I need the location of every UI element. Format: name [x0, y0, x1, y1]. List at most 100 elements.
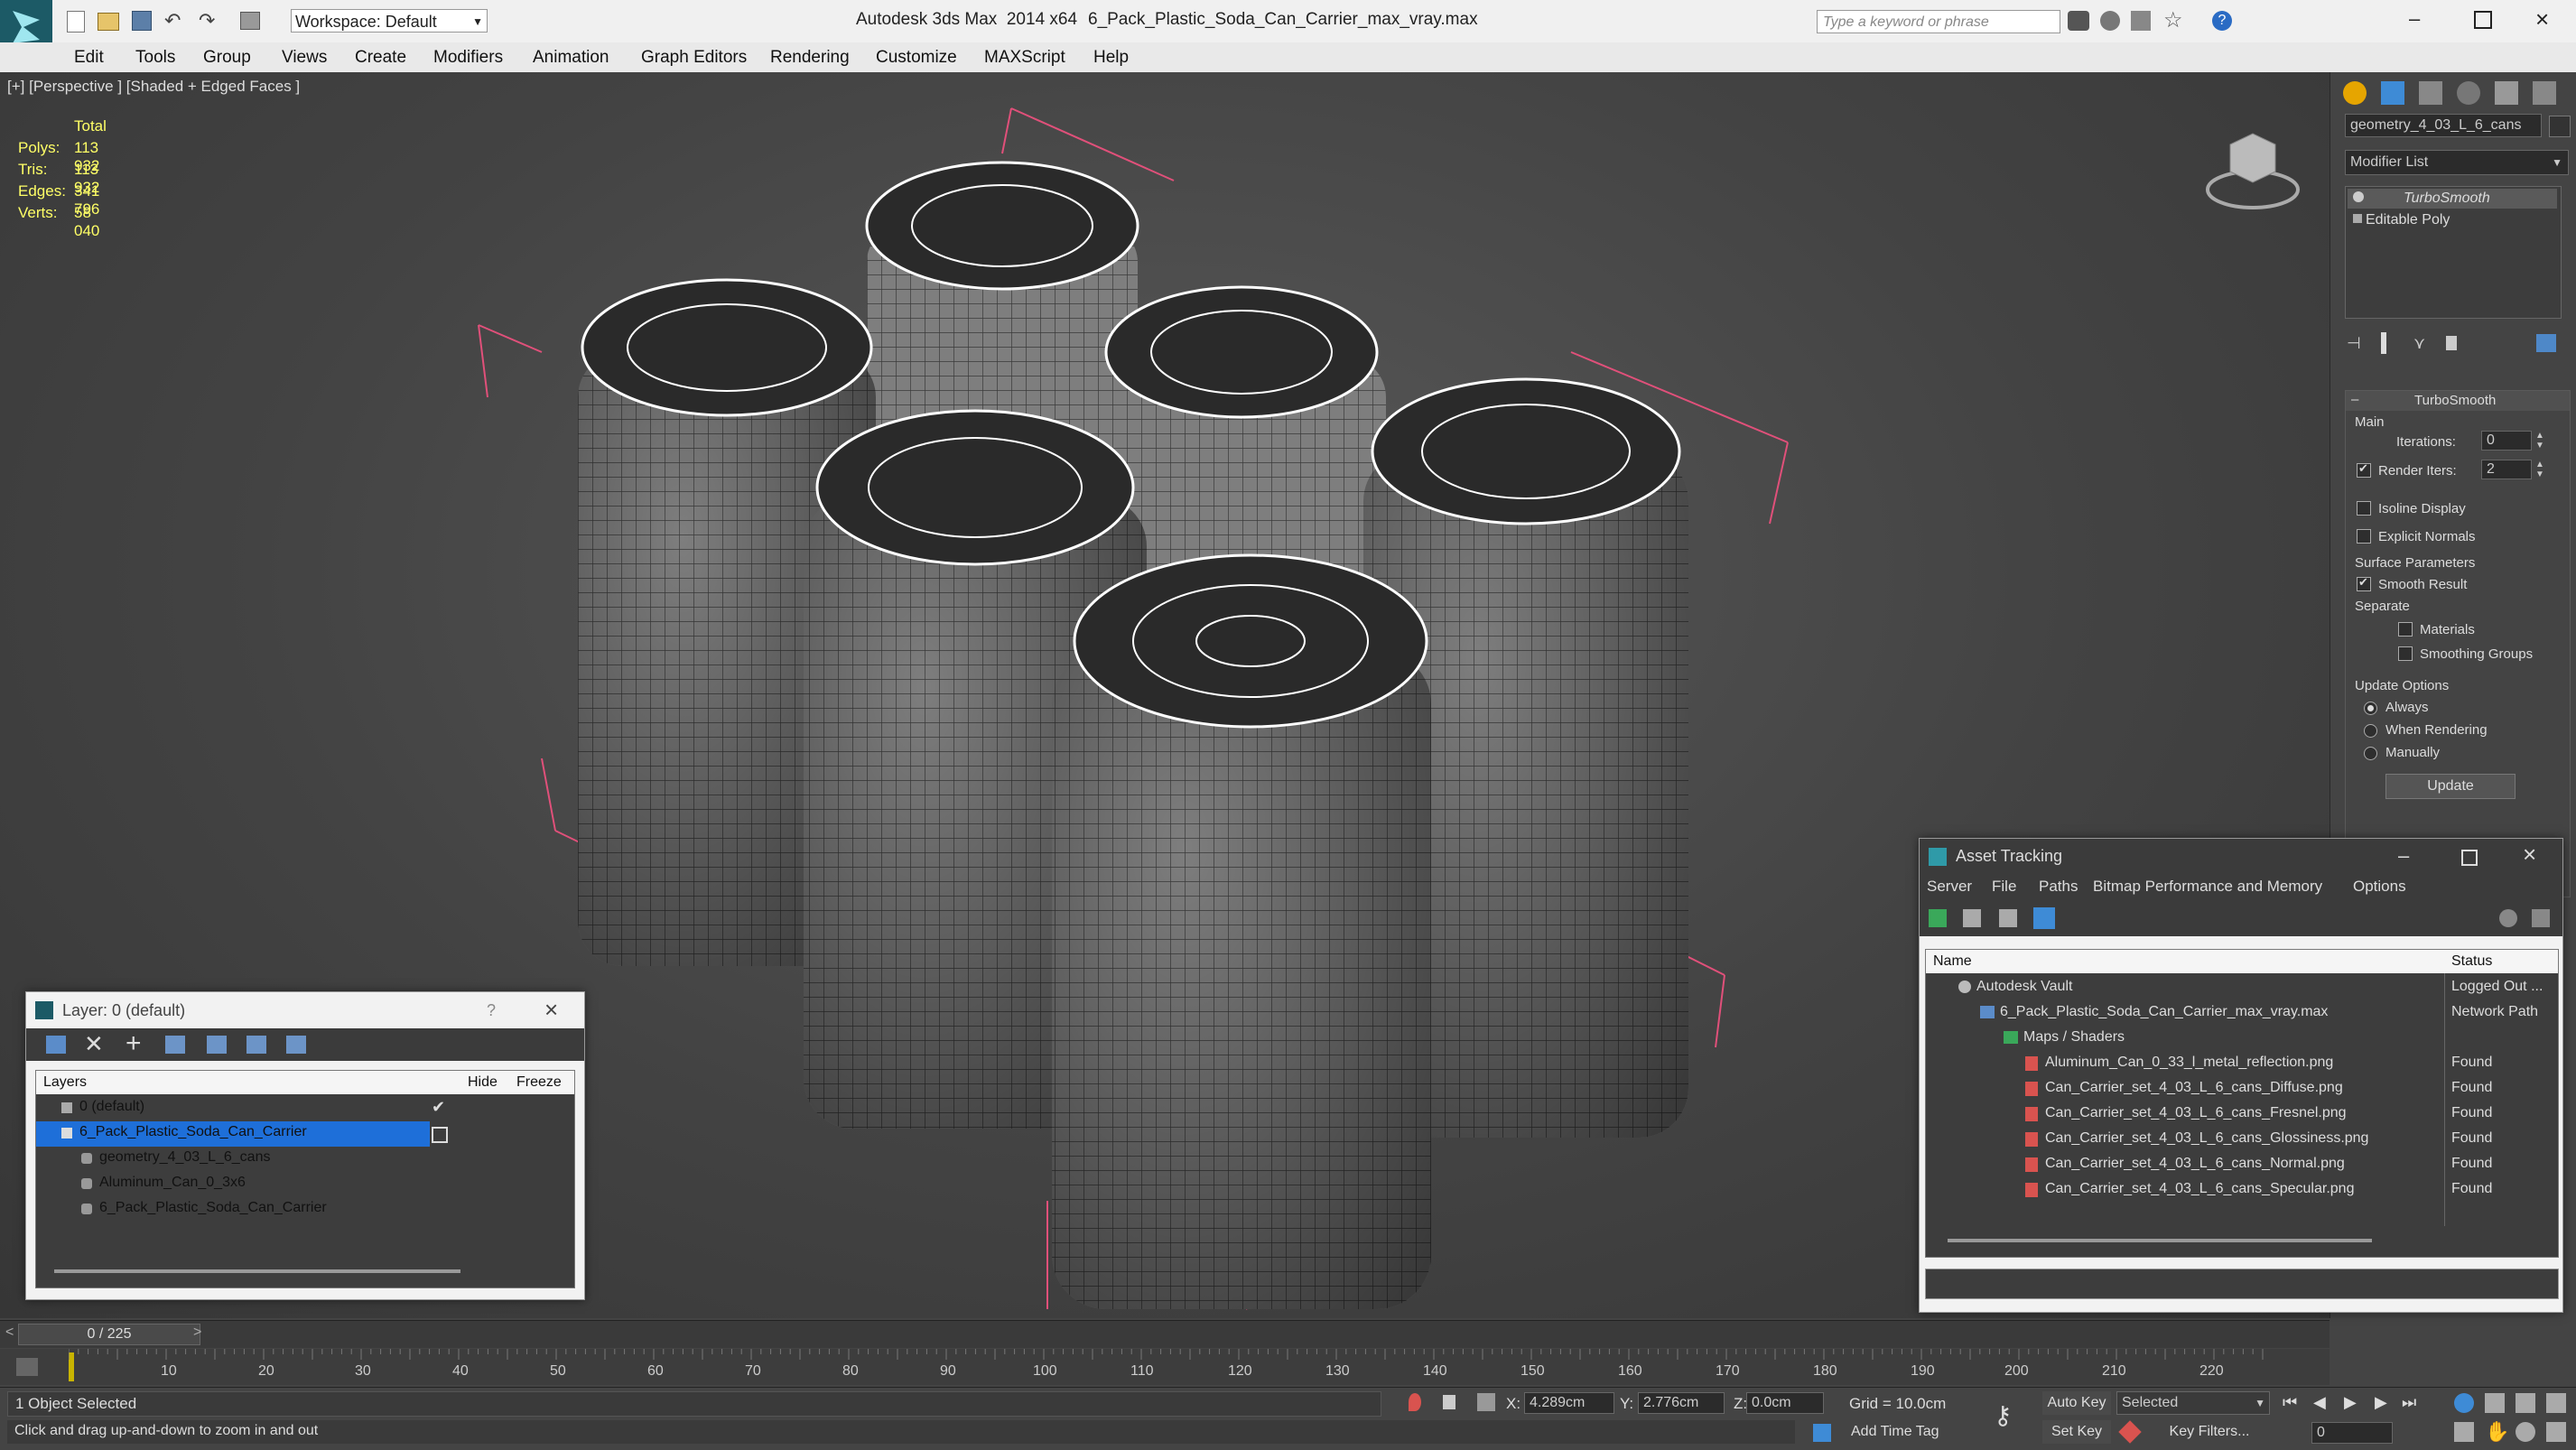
minimize-icon[interactable]: –	[2409, 7, 2420, 31]
selection-set-dropdown[interactable]: Selected ▼	[2116, 1391, 2270, 1415]
menu-animation[interactable]: Animation	[533, 48, 609, 68]
name-column-header[interactable]: Name	[1933, 953, 1972, 970]
expand-icon[interactable]	[2353, 214, 2362, 223]
chevron-left-icon[interactable]: <	[5, 1325, 14, 1341]
when-rendering-radio[interactable]	[2364, 724, 2377, 738]
menu-create[interactable]: Create	[355, 48, 406, 68]
binoculars-icon[interactable]	[2068, 11, 2089, 31]
workspace-dropdown[interactable]: Workspace: Default ▼	[291, 9, 488, 33]
orbit-icon[interactable]	[2516, 1422, 2535, 1442]
layer-row[interactable]: geometry_4_03_L_6_cans	[36, 1147, 574, 1172]
help-icon[interactable]: ?	[487, 1001, 496, 1020]
next-frame-icon[interactable]: ▶	[2375, 1393, 2387, 1412]
table-row[interactable]: Autodesk Vault Logged Out ...	[1926, 975, 2558, 1000]
menu-server[interactable]: Server	[1927, 878, 1972, 896]
asset-path-field[interactable]	[1925, 1269, 2559, 1299]
isoline-display-checkbox[interactable]	[2357, 501, 2371, 516]
manually-radio[interactable]	[2364, 747, 2377, 760]
pin-stack-icon[interactable]: ⊣	[2347, 334, 2361, 353]
object-color-swatch[interactable]	[2549, 116, 2571, 137]
menu-graph-editors[interactable]: Graph Editors	[641, 48, 747, 68]
open-file-icon[interactable]	[98, 13, 119, 31]
table-row[interactable]: Maps / Shaders	[1926, 1026, 2558, 1051]
redo-icon[interactable]: ↷	[199, 9, 215, 33]
track-bar-menu-icon[interactable]	[16, 1358, 38, 1376]
current-frame-field[interactable]: 0	[2311, 1422, 2393, 1444]
stack-item-turbosmooth[interactable]: TurboSmooth	[2348, 189, 2557, 209]
materials-checkbox[interactable]	[2398, 622, 2413, 637]
z-coordinate-field[interactable]: 0.0cm	[1746, 1392, 1824, 1414]
previous-frame-icon[interactable]: ◀	[2313, 1393, 2326, 1412]
search-input[interactable]: Type a keyword or phrase	[1817, 10, 2060, 33]
highlight-selected-icon[interactable]	[207, 1036, 227, 1054]
save-icon[interactable]	[132, 11, 152, 31]
new-file-icon[interactable]	[67, 11, 85, 33]
lock-selection-icon[interactable]	[1443, 1395, 1455, 1409]
freeze-column-header[interactable]: Freeze	[516, 1074, 562, 1091]
menu-customize[interactable]: Customize	[876, 48, 957, 68]
list-view-icon[interactable]	[1963, 909, 1981, 927]
menu-paths[interactable]: Paths	[2039, 878, 2078, 896]
spinner-arrows-icon[interactable]: ▲ ▼	[2535, 431, 2544, 451]
track-bar[interactable]: 10 20 30 40 50 60 70 80 90 100 110 120 1…	[0, 1349, 2330, 1385]
utilities-tab-icon[interactable]	[2533, 81, 2556, 105]
menu-edit[interactable]: Edit	[74, 48, 104, 68]
modify-tab-icon[interactable]	[2381, 81, 2404, 105]
table-row[interactable]: Can_Carrier_set_4_03_L_6_cans_Glossiness…	[1926, 1127, 2558, 1152]
active-layer-box-icon[interactable]	[432, 1127, 448, 1143]
time-tag-icon[interactable]	[1813, 1424, 1831, 1442]
zoom-all-icon[interactable]	[2485, 1393, 2505, 1413]
table-row[interactable]: Can_Carrier_set_4_03_L_6_cans_Fresnel.pn…	[1926, 1101, 2558, 1127]
field-of-view-icon[interactable]	[2454, 1422, 2474, 1442]
time-slider-handle[interactable]: 0 / 225	[18, 1324, 200, 1345]
table-row[interactable]: Can_Carrier_set_4_03_L_6_cans_Diffuse.pn…	[1926, 1076, 2558, 1101]
iterations-spinner[interactable]: 0	[2481, 431, 2532, 451]
table-row[interactable]: Can_Carrier_set_4_03_L_6_cans_Normal.png…	[1926, 1152, 2558, 1177]
auto-key-button[interactable]: Auto Key	[2042, 1391, 2111, 1415]
help-icon[interactable]: ?	[2212, 11, 2232, 31]
menu-tools[interactable]: Tools	[135, 48, 175, 68]
stack-item-editable-poly[interactable]: Editable Poly	[2348, 210, 2557, 230]
horizontal-scrollbar[interactable]	[1948, 1239, 2372, 1242]
zoom-icon[interactable]	[2454, 1393, 2474, 1413]
smooth-result-checkbox[interactable]: ✔	[2357, 575, 2371, 591]
display-tab-icon[interactable]	[2495, 81, 2518, 105]
table-view-icon[interactable]	[2033, 907, 2055, 929]
layer-row[interactable]: Aluminum_Can_0_3x6	[36, 1172, 574, 1197]
set-key-button[interactable]: Set Key	[2042, 1420, 2111, 1444]
smoothing-groups-checkbox[interactable]	[2398, 646, 2413, 661]
render-iters-spinner[interactable]: 2	[2481, 460, 2532, 479]
menu-file[interactable]: File	[1992, 878, 2016, 896]
update-button[interactable]: Update	[2385, 774, 2516, 799]
maximize-icon[interactable]	[2461, 850, 2478, 866]
menu-rendering[interactable]: Rendering	[770, 48, 850, 68]
menu-maxscript[interactable]: MAXScript	[984, 48, 1065, 68]
go-to-start-icon[interactable]: ⏮	[2283, 1393, 2297, 1412]
hide-all-icon[interactable]	[246, 1036, 266, 1054]
isolate-selection-icon[interactable]	[1409, 1393, 1421, 1411]
favorites-icon[interactable]: ☆	[2163, 7, 2183, 33]
menu-options[interactable]: Options	[2353, 878, 2406, 896]
create-tab-icon[interactable]	[2343, 81, 2367, 105]
table-row[interactable]: Aluminum_Can_0_33_l_metal_reflection.png…	[1926, 1051, 2558, 1076]
refresh-icon[interactable]	[1929, 909, 1947, 927]
explicit-normals-checkbox[interactable]	[2357, 529, 2371, 544]
maximize-viewport-icon[interactable]	[2546, 1422, 2566, 1442]
key-filters-button[interactable]: Key Filters...	[2149, 1420, 2270, 1444]
layer-window-titlebar[interactable]: Layer: 0 (default) ? ×	[26, 992, 584, 1027]
communication-center-icon[interactable]	[2100, 11, 2120, 31]
menu-help[interactable]: Help	[1093, 48, 1129, 68]
zoom-extents-icon[interactable]	[2516, 1393, 2535, 1413]
add-to-layer-icon[interactable]: +	[126, 1028, 142, 1059]
freeze-all-icon[interactable]	[286, 1036, 306, 1054]
hierarchy-tab-icon[interactable]	[2419, 81, 2442, 105]
always-radio[interactable]	[2364, 702, 2377, 715]
project-folder-icon[interactable]	[240, 12, 260, 30]
chevron-right-icon[interactable]: >	[193, 1325, 201, 1341]
modifier-list-dropdown[interactable]: Modifier List ▼	[2345, 150, 2569, 175]
close-icon[interactable]: ×	[2523, 841, 2536, 869]
absolute-mode-icon[interactable]	[1477, 1393, 1495, 1411]
zoom-extents-all-icon[interactable]	[2546, 1393, 2566, 1413]
asset-window-titlebar[interactable]: Asset Tracking – ×	[1920, 839, 2562, 873]
show-end-result-icon[interactable]	[2381, 332, 2386, 354]
